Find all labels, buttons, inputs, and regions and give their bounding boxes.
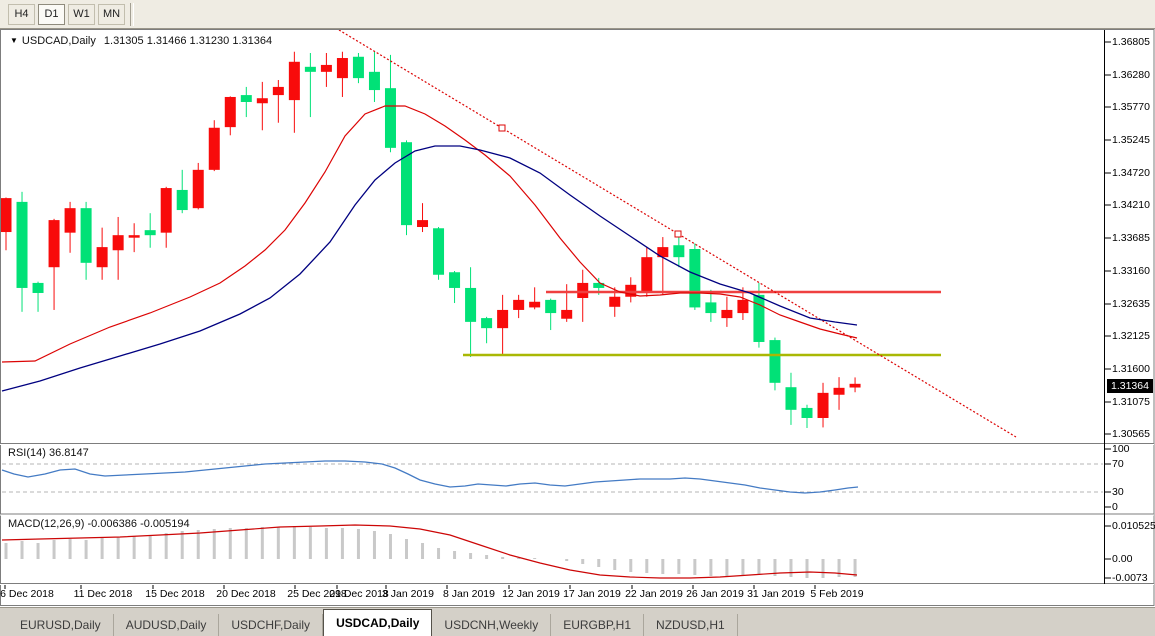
chart-ohlc-values: 1.31305 1.31466 1.31230 1.31364 [104,35,272,47]
tab-eurusd-daily[interactable]: EURUSD,Daily [8,614,114,636]
macd-axis-label: 0.00 [1112,553,1132,565]
date-axis-label: 6 Dec 2018 [0,588,54,600]
timeframe-button-w1[interactable]: W1 [68,4,95,25]
price-axis-label: 1.30565 [1112,428,1150,440]
chart-title: ▼ USDCAD,Daily 1.31305 1.31466 1.31230 1.3… [10,35,272,47]
price-axis-label: 1.36805 [1112,36,1150,48]
macd-indicator-label: MACD(12,26,9) -0.006386 -0.005194 [8,518,190,530]
toolbar-separator [130,3,134,26]
date-axis-label: 29 Dec 2018 [329,588,389,600]
price-axis-label: 1.32635 [1112,298,1150,310]
tab-usdcad-daily[interactable]: USDCAD,Daily [323,609,432,636]
rsi-axis-label: 100 [1112,443,1130,455]
price-axis-label: 1.36280 [1112,69,1150,81]
tab-audusd-daily[interactable]: AUDUSD,Daily [114,614,220,636]
tab-eurgbp-h1[interactable]: EURGBP,H1 [551,614,644,636]
macd-axis-label: 0.010525 [1112,520,1155,532]
date-axis-label: 26 Jan 2019 [686,588,744,600]
price-axis-label: 1.34720 [1112,167,1150,179]
price-axis-label: 1.31600 [1112,363,1150,375]
price-axis-label: 1.33685 [1112,232,1150,244]
rsi-axis-label: 0 [1112,501,1118,513]
macd-axis-label: -0.0073 [1112,572,1148,584]
current-price-tag: 1.31364 [1107,379,1153,393]
date-axis-label: 17 Jan 2019 [563,588,621,600]
chart-tabs-bar: EURUSD,DailyAUDUSD,DailyUSDCHF,DailyUSDC… [0,607,1155,636]
date-axis-label: 22 Jan 2019 [625,588,683,600]
chevron-down-icon: ▼ [10,36,18,45]
date-axis-label: 5 Feb 2019 [810,588,863,600]
tab-usdcnh-weekly[interactable]: USDCNH,Weekly [432,614,551,636]
rsi-axis-label: 70 [1112,458,1124,470]
tab-usdchf-daily[interactable]: USDCHF,Daily [219,614,323,636]
chart-window[interactable]: ▼ USDCAD,Daily 1.31305 1.31466 1.31230 1.3… [0,29,1155,607]
date-axis-label: 15 Dec 2018 [145,588,205,600]
date-axis-label: 12 Jan 2019 [502,588,560,600]
date-axis-label: 31 Jan 2019 [747,588,805,600]
timeframe-button-d1[interactable]: D1 [38,4,65,25]
price-axis-label: 1.33160 [1112,265,1150,277]
date-axis-label: 20 Dec 2018 [216,588,276,600]
timeframe-toolbar: H4D1W1MN [0,0,1155,29]
date-axis-label: 11 Dec 2018 [74,588,133,600]
price-axis-label: 1.35245 [1112,134,1150,146]
rsi-indicator-label: RSI(14) 36.8147 [8,447,89,459]
price-axis-label: 1.34210 [1112,199,1150,211]
price-axis-label: 1.32125 [1112,330,1150,342]
date-axis-label: 3 Jan 2019 [382,588,434,600]
timeframe-button-h4[interactable]: H4 [8,4,35,25]
price-axis-label: 1.35770 [1112,101,1150,113]
price-axis-label: 1.31075 [1112,396,1150,408]
chart-symbol: USDCAD,Daily [22,35,96,47]
rsi-axis-label: 30 [1112,486,1124,498]
mt4-window: H4D1W1MN ▼ USDCAD,Daily 1.31305 1.31466 1.… [0,0,1155,636]
date-axis-label: 8 Jan 2019 [443,588,495,600]
tab-nzdusd-h1[interactable]: NZDUSD,H1 [644,614,738,636]
timeframe-button-mn[interactable]: MN [98,4,125,25]
